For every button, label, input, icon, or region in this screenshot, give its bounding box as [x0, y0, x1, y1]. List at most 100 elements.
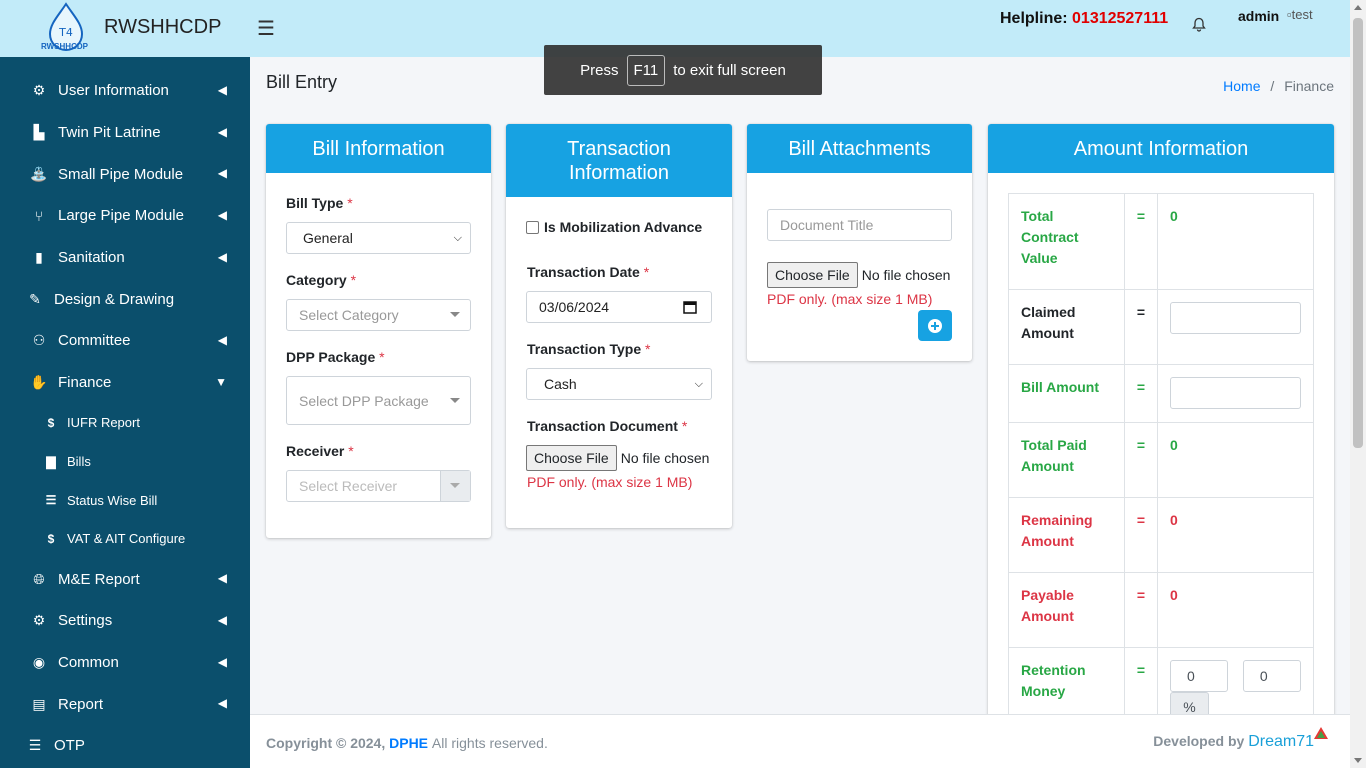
sidebar-item-me-report[interactable]: 🌐︎ M&E Report ◀ — [0, 558, 250, 600]
user-name[interactable]: admin — [1238, 8, 1279, 24]
scroll-up-icon[interactable] — [1354, 5, 1362, 10]
bill-attachments-card: Bill Attachments Document Title Choose F… — [747, 124, 972, 361]
document-title-placeholder: Document Title — [780, 217, 874, 233]
dphe-link[interactable]: DPHE — [389, 735, 428, 751]
total-contract-value: 0 — [1157, 193, 1314, 290]
chevron-down-icon: ▼ — [215, 374, 227, 389]
bill-information-card: Bill Information Bill Type * General ⌵ C… — [266, 124, 491, 538]
menu-toggle-icon[interactable]: ☰ — [257, 16, 275, 41]
retention-percent-input[interactable]: 0 — [1170, 660, 1228, 692]
mobilization-checkbox[interactable] — [526, 220, 539, 234]
sidebar-item-report[interactable]: ▤ Report ◀ — [0, 683, 250, 725]
scrollbar-thumb[interactable] — [1353, 18, 1363, 448]
sidebar-item-label: Small Pipe Module — [58, 165, 184, 183]
choose-file-button[interactable]: Choose File — [767, 262, 858, 288]
sidebar-item-label: Design & Drawing — [54, 290, 175, 308]
category-select[interactable]: Select Category — [286, 299, 471, 331]
sidebar-item-twin-pit-latrine[interactable]: ▙ Twin Pit Latrine ◀ — [0, 112, 250, 154]
retention-amount-input[interactable]: 0 — [1242, 660, 1301, 692]
mobilization-label: Is Mobilization Advance — [544, 219, 703, 235]
dpp-package-placeholder: Select DPP Package — [299, 392, 429, 409]
sidebar-item-design-drawing[interactable]: ✎ Design & Drawing — [0, 278, 250, 320]
sidebar-item-sanitation[interactable]: ▮ Sanitation ◀ — [0, 237, 250, 279]
sidebar-item-large-pipe-module[interactable]: ⑂ Large Pipe Module ◀ — [0, 195, 250, 237]
retention-amount-value: 0 — [1259, 667, 1268, 684]
sidebar-item-finance[interactable]: ✋ Finance ▼ — [0, 362, 250, 404]
transaction-date-input[interactable]: 03/06/2024 — [526, 291, 712, 323]
sidebar-item-settings[interactable]: ⚙ Settings ◀ — [0, 600, 250, 642]
pen-icon: ✎ — [29, 290, 41, 307]
sidebar-item-common[interactable]: ◉ Common ◀ — [0, 642, 250, 684]
card-title: Amount Information — [988, 124, 1334, 173]
people-icon: ⚇ — [32, 332, 46, 349]
file-icon: ▇ — [46, 454, 56, 469]
sidebar-item-label: Report — [58, 695, 104, 713]
scroll-down-icon[interactable] — [1354, 758, 1362, 763]
sanitation-icon: ▮ — [35, 249, 43, 266]
sidebar-subitem-bills[interactable]: ▇ Bills — [0, 442, 250, 481]
mobilization-advance-row: Is Mobilization Advance — [526, 219, 702, 235]
chevron-left-icon: ◀ — [217, 612, 227, 627]
equals-sign: = — [1123, 422, 1159, 498]
sidebar-subitem-iufr-report[interactable]: $ IUFR Report — [0, 404, 250, 443]
brand-title: RWSHHCDP — [104, 16, 222, 38]
card-title: Transaction Information — [506, 124, 732, 197]
report-icon: ▤ — [32, 695, 46, 712]
pipe-branch-icon: ⑂ — [34, 207, 44, 224]
dollar-icon: $ — [47, 531, 55, 546]
sidebar-subitem-label: IUFR Report — [67, 415, 140, 431]
developer-logo[interactable]: Dream71 — [1248, 733, 1314, 750]
chevron-left-icon: ◀ — [217, 654, 227, 669]
helpline-number: 01312527111 — [1072, 10, 1169, 27]
receiver-placeholder: Select Receiver — [299, 478, 398, 494]
toast-rest: to exit full screen — [673, 61, 786, 79]
chevron-left-icon: ◀ — [217, 166, 227, 181]
receiver-label: Receiver * — [286, 443, 354, 459]
users-cog-icon: ⚙ — [32, 82, 46, 99]
bill-amount-label: Bill Amount — [1008, 364, 1125, 423]
sidebar-item-small-pipe-module[interactable]: ⛲ Small Pipe Module ◀ — [0, 153, 250, 195]
breadcrumb-separator: / — [1270, 78, 1275, 94]
transaction-type-select[interactable]: Cash ⌵ — [526, 368, 712, 400]
equals-sign: = — [1123, 193, 1159, 290]
sidebar-item-label: Sanitation — [58, 249, 125, 267]
sidebar-item-user-information[interactable]: ⚙ User Information ◀ — [0, 70, 250, 112]
caret-down-icon — [450, 397, 460, 403]
transaction-date-label: Transaction Date * — [527, 264, 650, 280]
sidebar-subitem-vat-ait-configure[interactable]: $ VAT & AIT Configure — [0, 520, 250, 559]
add-attachment-button[interactable] — [918, 310, 952, 341]
sidebar-subitem-label: Bills — [67, 454, 91, 470]
page-scrollbar[interactable] — [1350, 0, 1366, 768]
brand[interactable]: T4 RWSHHCDP RWSHHCDP — [0, 0, 250, 57]
bill-type-select[interactable]: General ⌵ — [286, 222, 471, 254]
amount-information-card: Amount Information Total Contract Value … — [988, 124, 1334, 735]
equals-sign: = — [1123, 289, 1159, 365]
chevron-left-icon: ◀ — [217, 208, 227, 223]
bill-amount-input[interactable] — [1170, 377, 1301, 409]
sidebar-item-committee[interactable]: ⚇ Committee ◀ — [0, 320, 250, 362]
caret-down-icon — [450, 483, 460, 488]
no-file-text: No file chosen — [620, 450, 710, 466]
claimed-amount-input[interactable] — [1170, 302, 1301, 334]
breadcrumb-home-link[interactable]: Home — [1223, 78, 1260, 94]
sidebar-item-label: Common — [58, 653, 119, 671]
remaining-amount-value: 0 — [1157, 497, 1314, 573]
footer: Copyright © 2024, DPHE All rights reserv… — [250, 714, 1350, 768]
card-title: Bill Attachments — [747, 124, 972, 173]
chevron-left-icon: ◀ — [217, 83, 227, 97]
pdf-note: PDF only. (max size 1 MB) — [527, 474, 693, 490]
sidebar-item-otp[interactable]: ☰ OTP — [0, 725, 250, 767]
choose-file-button[interactable]: Choose File — [526, 445, 617, 471]
bell-icon[interactable] — [1191, 17, 1207, 33]
table-row: Payable Amount = 0 — [1008, 572, 1314, 648]
receiver-select[interactable]: Select Receiver — [286, 470, 471, 502]
dpp-package-select[interactable]: Select DPP Package — [286, 376, 471, 425]
document-title-input[interactable]: Document Title — [767, 209, 952, 241]
total-paid-label: Total Paid Amount — [1008, 422, 1125, 498]
hand-money-icon: ✋ — [30, 374, 48, 391]
avatar[interactable]: ▫test — [1287, 7, 1313, 22]
calendar-icon[interactable] — [683, 300, 697, 314]
helpline-label: Helpline: — [1000, 10, 1068, 27]
table-row: Total Paid Amount = 0 — [1008, 422, 1314, 498]
sidebar-subitem-status-wise-bill[interactable]: ☰ Status Wise Bill — [0, 481, 250, 520]
